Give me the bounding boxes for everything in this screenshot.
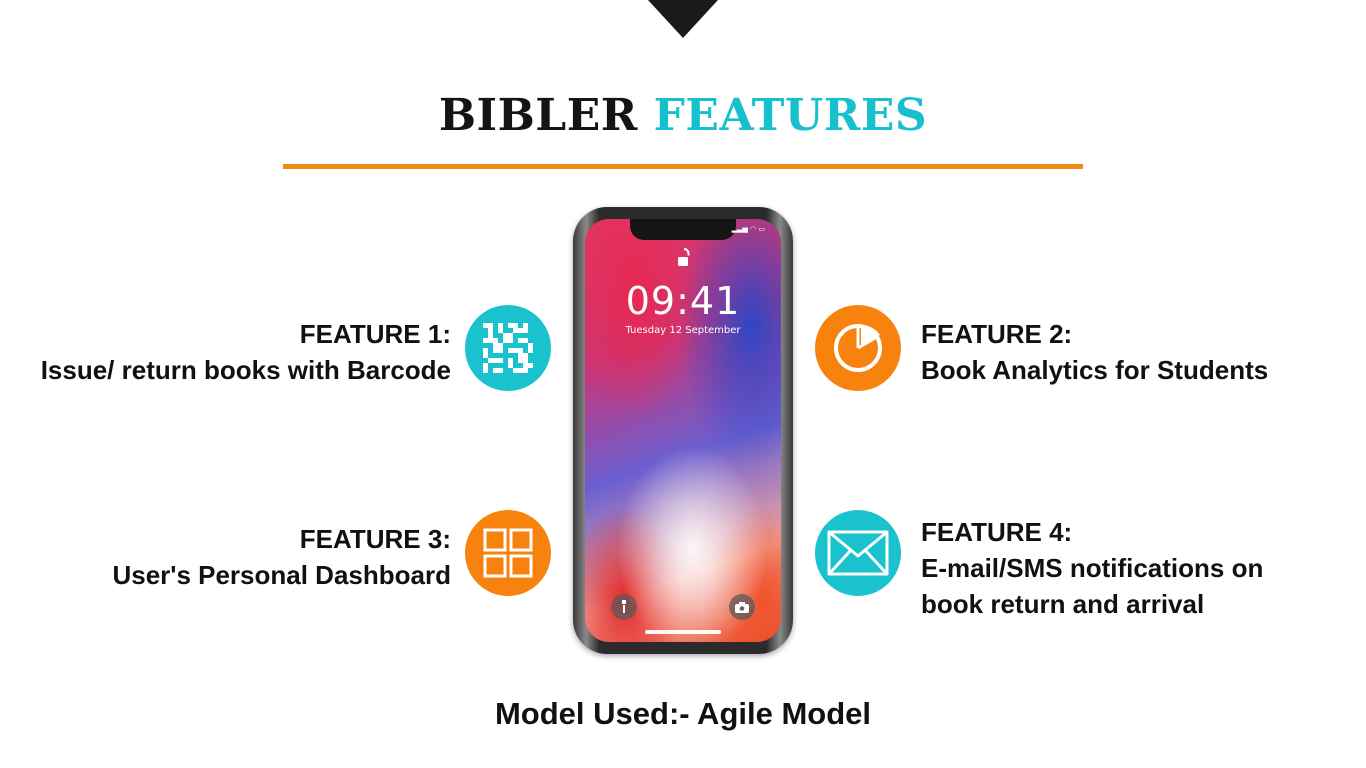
title-divider [283, 164, 1083, 169]
model-used-caption: Model Used:- Agile Model [494, 696, 872, 731]
flashlight-icon [611, 594, 637, 620]
title-word-2: FEATURES [653, 90, 928, 141]
feature-2-heading: FEATURE 2: [921, 319, 1073, 349]
feature-4-heading: FEATURE 4: [921, 517, 1073, 547]
camera-icon [729, 594, 755, 620]
lockscreen-time: 09:41 [625, 279, 741, 323]
page-title: BIBLER FEATURES [0, 86, 1366, 146]
phone-screen: ▂▃▅ ◠ ▭ 09:41 Tuesday 12 September [585, 219, 781, 642]
feature-1-text: FEATURE 1: Issue/ return books with Barc… [41, 316, 451, 388]
feature-4-description-line-1: E-mail/SMS notifications on [921, 553, 1264, 583]
feature-4-text: FEATURE 4: E-mail/SMS notifications on b… [921, 514, 1263, 622]
feature-1-description: Issue/ return books with Barcode [40, 355, 451, 385]
phone-notch [630, 219, 736, 240]
pie-chart-icon [815, 305, 901, 391]
feature-4-description-line-2: book return and arrival [921, 589, 1205, 619]
title-word-1: BIBLER [438, 90, 638, 141]
unlock-icon [678, 248, 690, 266]
feature-3-description: User's Personal Dashboard [112, 560, 451, 590]
feature-1-heading: FEATURE 1: [299, 319, 451, 349]
status-bar-icons: ▂▃▅ ◠ ▭ [731, 225, 765, 233]
home-indicator [645, 630, 721, 634]
top-arrow-icon [648, 0, 718, 38]
feature-2-description: Book Analytics for Students [921, 355, 1269, 385]
dashboard-grid-icon [465, 510, 551, 596]
feature-3-text: FEATURE 3: User's Personal Dashboard [112, 521, 451, 593]
barcode-icon [465, 305, 551, 391]
phone-mockup: ▂▃▅ ◠ ▭ 09:41 Tuesday 12 September [573, 207, 793, 654]
envelope-icon [815, 510, 901, 596]
lockscreen-date: Tuesday 12 September [625, 325, 741, 336]
feature-3-heading: FEATURE 3: [299, 524, 451, 554]
feature-2-text: FEATURE 2: Book Analytics for Students [921, 316, 1268, 388]
